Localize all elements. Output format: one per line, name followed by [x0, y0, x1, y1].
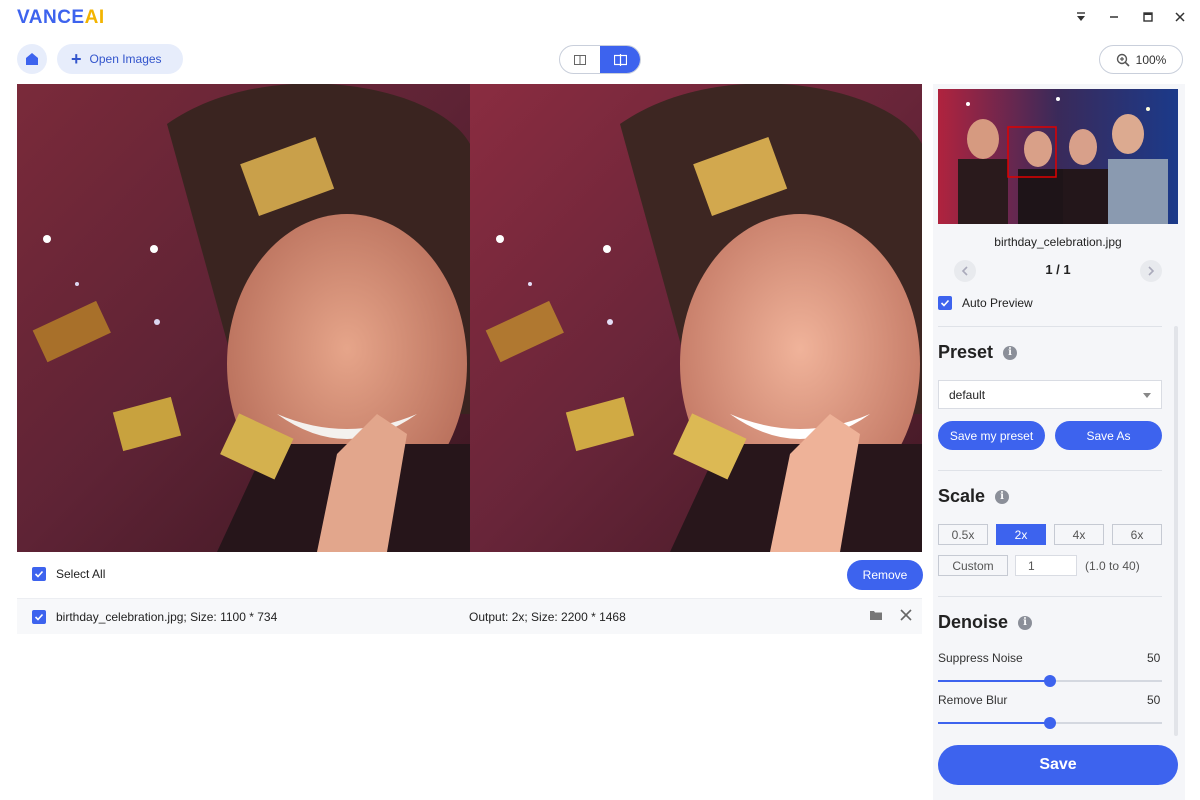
check-icon [940, 299, 950, 307]
title-bar: VANCEAI [0, 0, 1200, 34]
app-logo: VANCEAI [17, 7, 105, 28]
split-view-icon [613, 53, 627, 66]
close-window-icon[interactable] [1171, 8, 1189, 26]
open-images-label: Open Images [89, 52, 162, 66]
view-mode-toggle [559, 45, 641, 74]
enhanced-image[interactable] [470, 84, 922, 552]
preset-dropdown[interactable]: default [938, 380, 1162, 409]
file-list-item[interactable]: birthday_celebration.jpg; Size: 1100 * 7… [17, 598, 922, 634]
info-icon[interactable]: i [995, 489, 1010, 504]
divider [938, 326, 1162, 327]
zoom-icon [1116, 53, 1130, 67]
remove-blur-fill [938, 722, 1050, 724]
menu-dropdown-icon[interactable] [1072, 8, 1090, 26]
next-image-button[interactable] [1140, 260, 1162, 282]
scale-option-4x[interactable]: 4x [1054, 524, 1104, 545]
file-output-size: Output: 2x; Size: 2200 * 1468 [469, 610, 626, 624]
suppress-noise-slider[interactable] [938, 675, 1162, 687]
chevron-right-icon [1148, 266, 1155, 276]
denoise-section-title: Denoise i [938, 612, 1033, 633]
save-my-preset-button[interactable]: Save my preset [938, 421, 1045, 450]
remove-button[interactable]: Remove [847, 560, 923, 590]
thumbnail-preview[interactable] [938, 89, 1178, 224]
auto-preview-label: Auto Preview [962, 296, 1033, 310]
scale-option-0-5x[interactable]: 0.5x [938, 524, 988, 545]
file-checkbox[interactable] [32, 610, 46, 624]
single-view-icon [574, 54, 586, 65]
save-button[interactable]: Save [938, 745, 1178, 785]
divider [938, 470, 1162, 471]
remove-blur-label: Remove Blur [938, 693, 1008, 707]
original-image[interactable] [17, 84, 470, 552]
home-button[interactable] [17, 44, 47, 74]
settings-panel: birthday_celebration.jpg 1 / 1 Auto Prev… [933, 84, 1185, 800]
select-all-label: Select All [56, 567, 106, 581]
info-icon[interactable]: i [1003, 345, 1018, 360]
plus-icon: + [71, 49, 82, 69]
auto-preview-checkbox[interactable] [938, 296, 952, 310]
folder-icon[interactable] [869, 609, 883, 624]
select-all[interactable]: Select All [32, 567, 105, 581]
panel-scrollbar[interactable] [1174, 326, 1178, 736]
suppress-noise-fill [938, 680, 1050, 682]
home-icon [26, 53, 38, 65]
thumbnail-file-name: birthday_celebration.jpg [994, 235, 1122, 249]
save-as-button[interactable]: Save As [1055, 421, 1162, 450]
open-images-button[interactable]: + Open Images [57, 44, 183, 74]
remove-blur-value: 50 [1147, 693, 1161, 707]
custom-scale-input[interactable]: 1 [1015, 555, 1077, 576]
custom-scale-range: (1.0 to 40) [1085, 559, 1140, 573]
split-view-button[interactable] [600, 46, 640, 73]
suppress-noise-handle[interactable] [1044, 675, 1056, 687]
remove-blur-handle[interactable] [1044, 717, 1056, 729]
info-icon[interactable]: i [1018, 615, 1033, 630]
remove-blur-slider[interactable] [938, 717, 1162, 729]
preset-section-title: Preset i [938, 342, 1018, 363]
single-view-button[interactable] [560, 46, 600, 73]
preset-selected-value: default [949, 387, 986, 402]
suppress-noise-value: 50 [1147, 651, 1161, 665]
minimize-icon[interactable] [1105, 8, 1123, 26]
scale-section-title: Scale i [938, 486, 1010, 507]
divider [938, 596, 1162, 597]
zoom-level: 100% [1135, 52, 1167, 67]
select-all-checkbox[interactable] [32, 567, 46, 581]
file-name-size: birthday_celebration.jpg; Size: 1100 * 7… [56, 610, 278, 624]
check-icon [34, 570, 44, 578]
scale-option-6x[interactable]: 6x [1112, 524, 1162, 545]
check-icon [34, 613, 44, 621]
custom-scale-button[interactable]: Custom [938, 555, 1008, 576]
chevron-down-icon [1143, 393, 1151, 398]
scale-option-2x[interactable]: 2x [996, 524, 1046, 545]
maximize-icon[interactable] [1139, 8, 1157, 26]
auto-preview[interactable]: Auto Preview [938, 296, 1033, 310]
close-icon[interactable] [900, 608, 912, 626]
suppress-noise-label: Suppress Noise [938, 651, 1023, 665]
zoom-button[interactable]: 100% [1099, 45, 1183, 74]
